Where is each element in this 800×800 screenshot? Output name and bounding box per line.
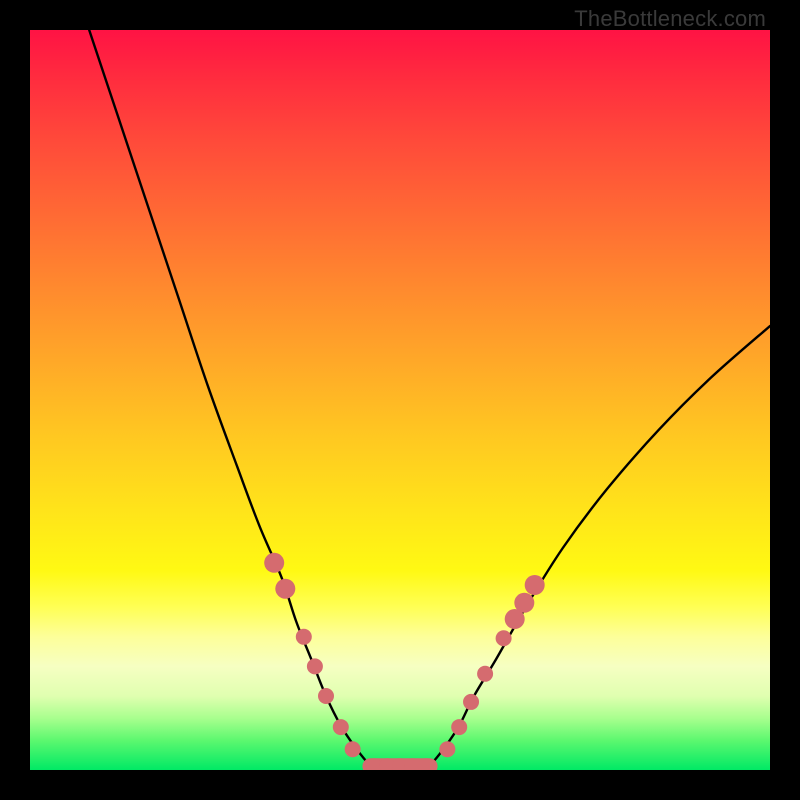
right-marker-6: [514, 593, 534, 613]
right-marker-7: [525, 575, 545, 595]
plot-area: [30, 30, 770, 770]
left-marker-3: [307, 658, 323, 674]
left-marker-1: [275, 579, 295, 599]
left-marker-6: [345, 741, 361, 757]
left-marker-2: [296, 629, 312, 645]
left-marker-4: [318, 688, 334, 704]
watermark-text: TheBottleneck.com: [574, 6, 766, 32]
left-marker-5: [333, 719, 349, 735]
right-curve: [430, 326, 770, 766]
chart-svg: [30, 30, 770, 770]
right-marker-4: [496, 630, 512, 646]
right-marker-2: [463, 694, 479, 710]
right-marker-0: [439, 741, 455, 757]
left-marker-0: [264, 553, 284, 573]
chart-frame: TheBottleneck.com: [0, 0, 800, 800]
right-marker-3: [477, 666, 493, 682]
right-marker-1: [451, 719, 467, 735]
left-curve: [89, 30, 370, 766]
